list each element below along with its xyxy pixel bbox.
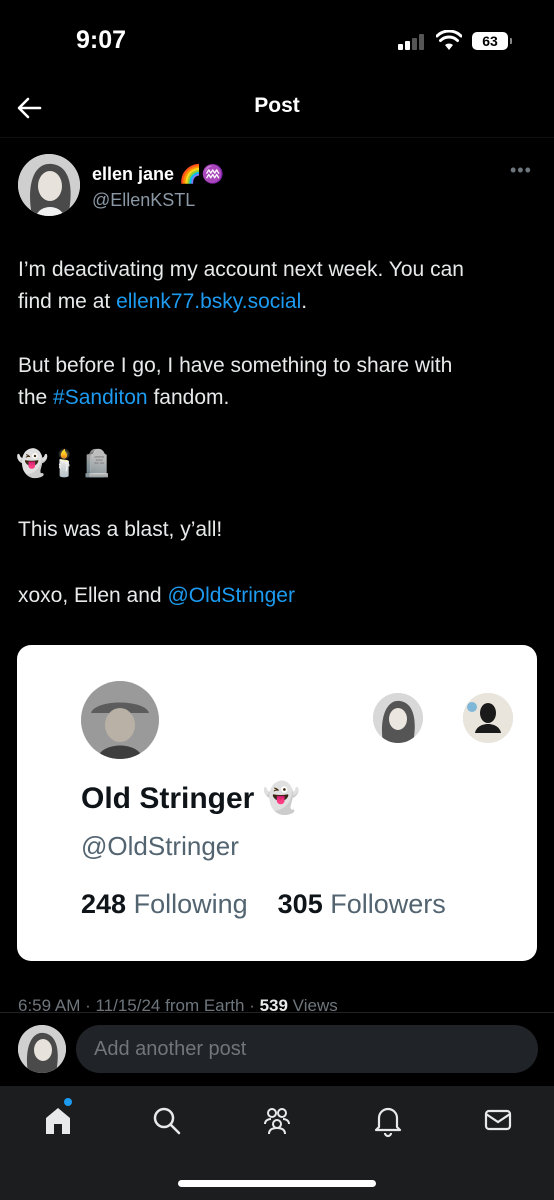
status-time: 9:07	[76, 26, 127, 54]
oldstringer-mention[interactable]: @OldStringer	[167, 584, 295, 607]
post-paragraph-4: xoxo, Ellen and @OldStringer	[18, 584, 295, 607]
card-display-name: Old Stringer 👻	[81, 782, 301, 815]
notifications-icon[interactable]	[368, 1100, 408, 1140]
status-bar: 9:07 63	[0, 0, 554, 80]
reply-bar: Add another post	[0, 1012, 554, 1086]
ellen-avatar-small	[373, 693, 423, 743]
bsky-link[interactable]: ellenk77.bsky.social	[116, 290, 301, 313]
author-badges: 🌈♒	[179, 164, 224, 184]
profile-card-image[interactable]: Old Stringer 👻 @OldStringer 248 Followin…	[17, 645, 537, 961]
signal-icon	[398, 34, 426, 50]
post-emojis: 👻🕯️🪦	[16, 448, 114, 478]
author-name[interactable]: ellen jane 🌈♒	[92, 164, 224, 185]
add-post-input[interactable]: Add another post	[76, 1025, 538, 1073]
author-handle[interactable]: @EllenKSTL	[92, 190, 195, 211]
old-stringer-avatar	[81, 681, 159, 759]
battery-indicator: 63	[472, 32, 512, 50]
card-stats: 248 Following 305 Followers	[81, 889, 446, 919]
ghost-emoji: 👻	[262, 782, 301, 815]
search-icon[interactable]	[146, 1100, 186, 1140]
wifi-icon	[436, 30, 462, 50]
messages-icon[interactable]	[478, 1100, 518, 1140]
author-avatar[interactable]	[18, 154, 80, 216]
post-paragraph-2: But before I go, I have something to sha…	[18, 354, 453, 409]
home-icon[interactable]	[38, 1100, 78, 1140]
post-paragraph-1: I’m deactivating my account next week. Y…	[18, 258, 464, 313]
post-paragraph-3: This was a blast, y’all!	[18, 518, 223, 541]
user-avatar[interactable]	[18, 1025, 66, 1073]
more-options-icon[interactable]: •••	[510, 160, 540, 180]
bottom-nav	[0, 1086, 554, 1200]
home-notification-dot	[64, 1098, 72, 1106]
home-indicator	[178, 1180, 376, 1187]
communities-icon[interactable]	[257, 1100, 297, 1140]
card-handle: @OldStringer	[81, 831, 239, 861]
post-header: Post	[0, 80, 554, 138]
page-title: Post	[254, 94, 300, 117]
asna-avatar-small	[463, 693, 513, 743]
sanditon-hashtag[interactable]: #Sanditon	[53, 386, 148, 409]
